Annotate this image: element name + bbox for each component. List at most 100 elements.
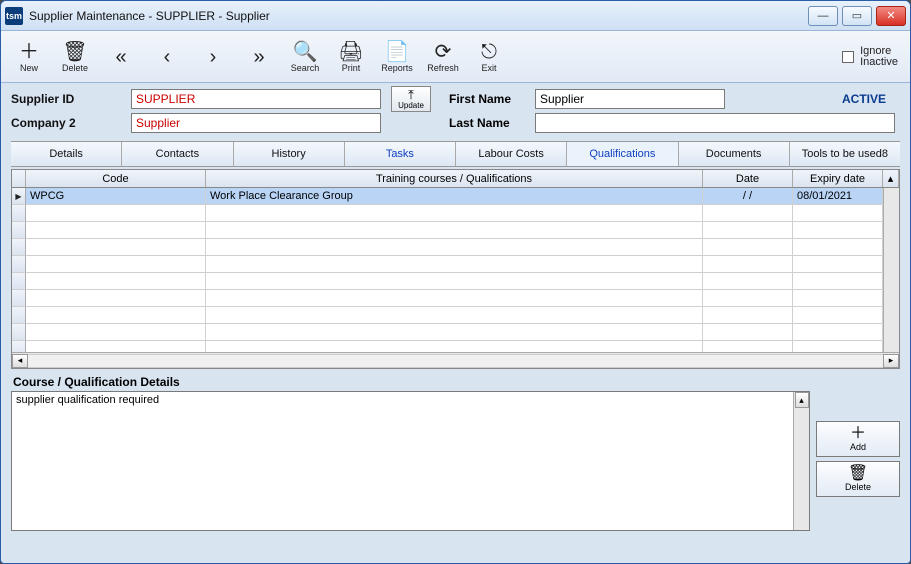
cell-date[interactable] (703, 239, 793, 256)
table-row[interactable] (12, 222, 883, 239)
cell-date[interactable] (703, 222, 793, 239)
search-button[interactable]: 🔍 Search (283, 34, 327, 80)
tab-labour-costs[interactable]: Labour Costs (456, 142, 567, 166)
cell-code[interactable] (26, 290, 206, 307)
tab-qualifications[interactable]: Qualifications (567, 142, 678, 166)
details-vertical-scrollbar[interactable]: ▴ (793, 392, 809, 530)
refresh-button[interactable]: ⟳ Refresh (421, 34, 465, 80)
grid-horizontal-scrollbar[interactable]: ◂ ▸ (12, 352, 899, 368)
close-button[interactable]: ✕ (876, 6, 906, 26)
delete-qualification-button[interactable]: 🗑 Delete (816, 461, 900, 497)
company2-input[interactable] (131, 113, 381, 133)
grid-header-code[interactable]: Code (26, 170, 206, 187)
cell-expiry[interactable] (793, 341, 883, 352)
cell-code[interactable] (26, 256, 206, 273)
cell-expiry[interactable] (793, 222, 883, 239)
cell-date[interactable] (703, 341, 793, 352)
cell-training[interactable] (206, 256, 703, 273)
details-side-buttons: ＋ Add 🗑 Delete (816, 391, 900, 531)
cell-expiry[interactable] (793, 256, 883, 273)
checkbox-icon (842, 51, 854, 63)
print-button[interactable]: 🖨 Print (329, 34, 373, 80)
cell-expiry[interactable] (793, 290, 883, 307)
grid-header-date[interactable]: Date (703, 170, 793, 187)
grid-vertical-scrollbar[interactable] (883, 188, 899, 352)
ignore-inactive-toggle[interactable]: Ignore Inactive (842, 46, 898, 68)
tab-details[interactable]: Details (11, 142, 122, 166)
nav-last-button[interactable]: » (237, 34, 281, 80)
nav-prev-button[interactable]: ‹ (145, 34, 189, 80)
cell-code[interactable] (26, 273, 206, 290)
cell-training[interactable] (206, 341, 703, 352)
document-icon: 📄 (385, 41, 410, 63)
table-row[interactable] (12, 307, 883, 324)
cell-date[interactable] (703, 324, 793, 341)
cell-training[interactable] (206, 324, 703, 341)
cell-date[interactable] (703, 273, 793, 290)
cell-code[interactable]: WPCG (26, 188, 206, 205)
details-textarea[interactable]: supplier qualification required ▴ (11, 391, 810, 531)
table-row[interactable]: ▶WPCGWork Place Clearance Group/ /08/01/… (12, 188, 883, 205)
exit-button[interactable]: ⎋ Exit (467, 34, 511, 80)
reports-button[interactable]: 📄 Reports (375, 34, 419, 80)
table-row[interactable] (12, 205, 883, 222)
cell-date[interactable] (703, 205, 793, 222)
tab-tasks[interactable]: Tasks (345, 142, 456, 166)
cell-date[interactable] (703, 256, 793, 273)
cell-code[interactable] (26, 341, 206, 352)
grid-body[interactable]: ▶WPCGWork Place Clearance Group/ /08/01/… (12, 188, 883, 352)
first-name-input[interactable] (535, 89, 725, 109)
table-row[interactable] (12, 290, 883, 307)
cell-date[interactable]: / / (703, 188, 793, 205)
add-qualification-button[interactable]: ＋ Add (816, 421, 900, 457)
supplier-id-input[interactable] (131, 89, 381, 109)
cell-code[interactable] (26, 239, 206, 256)
cell-code[interactable] (26, 222, 206, 239)
table-row[interactable] (12, 341, 883, 352)
details-text-value: supplier qualification required (16, 394, 159, 406)
grid-scroll-up[interactable]: ▴ (883, 170, 899, 187)
cell-training[interactable]: Work Place Clearance Group (206, 188, 703, 205)
nav-next-button[interactable]: › (191, 34, 235, 80)
maximize-button[interactable]: ▭ (842, 6, 872, 26)
app-icon: tsm (5, 7, 23, 25)
grid-header-training[interactable]: Training courses / Qualifications (206, 170, 703, 187)
grid-header-expiry[interactable]: Expiry date (793, 170, 883, 187)
cell-code[interactable] (26, 205, 206, 222)
tab-history[interactable]: History (234, 142, 345, 166)
cell-date[interactable] (703, 290, 793, 307)
cell-training[interactable] (206, 307, 703, 324)
table-row[interactable] (12, 324, 883, 341)
cell-training[interactable] (206, 205, 703, 222)
cell-code[interactable] (26, 307, 206, 324)
update-button[interactable]: ⤒ Update (391, 86, 431, 112)
cell-code[interactable] (26, 324, 206, 341)
cell-expiry[interactable] (793, 273, 883, 290)
cell-training[interactable] (206, 239, 703, 256)
cell-expiry[interactable] (793, 239, 883, 256)
cell-expiry[interactable] (793, 324, 883, 341)
scroll-up-icon[interactable]: ▴ (795, 392, 809, 408)
cell-expiry[interactable]: 08/01/2021 (793, 188, 883, 205)
tab-contacts[interactable]: Contacts (122, 142, 233, 166)
scroll-left-icon[interactable]: ◂ (12, 354, 28, 368)
cell-expiry[interactable] (793, 307, 883, 324)
table-row[interactable] (12, 239, 883, 256)
table-row[interactable] (12, 256, 883, 273)
last-name-input[interactable] (535, 113, 895, 133)
tab-tools[interactable]: Tools to be used8 (790, 142, 900, 166)
delete-button[interactable]: 🗑 Delete (53, 34, 97, 80)
table-row[interactable] (12, 273, 883, 290)
cell-expiry[interactable] (793, 205, 883, 222)
cell-date[interactable] (703, 307, 793, 324)
nav-first-button[interactable]: « (99, 34, 143, 80)
cell-training[interactable] (206, 273, 703, 290)
cell-training[interactable] (206, 290, 703, 307)
scroll-track[interactable] (28, 354, 883, 368)
new-button[interactable]: ＋ New (7, 34, 51, 80)
scroll-right-icon[interactable]: ▸ (883, 354, 899, 368)
minimize-button[interactable]: — (808, 6, 838, 26)
chevron-left-icon: ‹ (164, 46, 171, 68)
tab-documents[interactable]: Documents (679, 142, 790, 166)
cell-training[interactable] (206, 222, 703, 239)
